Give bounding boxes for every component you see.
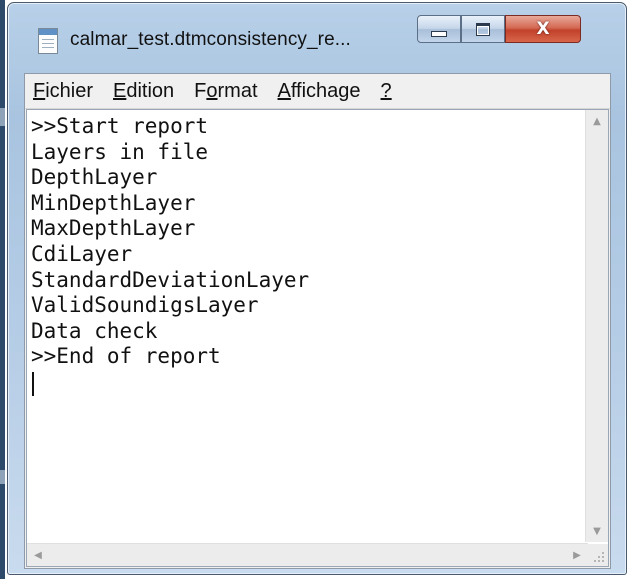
menu-format[interactable]: Format: [194, 80, 257, 103]
scroll-right-arrow-icon[interactable]: ▶: [566, 544, 588, 566]
background-window-edge: [0, 0, 5, 579]
menu-affichage[interactable]: Affichage: [278, 80, 361, 103]
menu-help[interactable]: ?: [381, 80, 392, 103]
minimize-icon: [431, 31, 447, 37]
text-line: >>Start report: [31, 114, 209, 138]
scroll-down-arrow-icon[interactable]: ▼: [586, 520, 608, 542]
minimize-button[interactable]: [417, 15, 461, 43]
notepad-window: calmar_test.dtmconsistency_re... X Fichi…: [7, 2, 627, 575]
text-line: MinDepthLayer: [31, 190, 196, 215]
resize-grip-icon[interactable]: [586, 544, 608, 566]
text-line: >>End of report: [31, 344, 221, 369]
menu-edition[interactable]: Edition: [113, 80, 174, 103]
text-caret: [32, 372, 34, 396]
horizontal-scrollbar[interactable]: ◀ ▶: [27, 543, 588, 566]
text-line: StandardDeviationLayer: [31, 267, 310, 292]
text-line: DepthLayer: [31, 165, 158, 190]
client-area: Fichier Edition Format Affichage ? >>Sta…: [24, 73, 611, 569]
text-line: Data check: [31, 318, 158, 343]
text-line: MaxDepthLayer: [31, 216, 196, 241]
maximize-icon: [476, 22, 490, 36]
window-title: calmar_test.dtmconsistency_re...: [70, 29, 351, 50]
text-editor[interactable]: >>Start report Layers in file DepthLayer…: [26, 109, 609, 567]
text-line: ValidSoundigsLayer: [31, 293, 259, 318]
scroll-up-arrow-icon[interactable]: ▲: [586, 110, 608, 132]
menu-fichier[interactable]: Fichier: [33, 80, 93, 103]
notepad-icon[interactable]: [38, 28, 58, 54]
menu-bar: Fichier Edition Format Affichage ?: [25, 74, 610, 109]
scroll-left-arrow-icon[interactable]: ◀: [27, 544, 49, 566]
text-line: Layers in file: [31, 139, 209, 164]
text-content[interactable]: >>Start report Layers in file DepthLayer…: [31, 114, 581, 514]
title-bar[interactable]: calmar_test.dtmconsistency_re... X: [8, 3, 626, 75]
vertical-scrollbar[interactable]: ▲ ▼: [585, 110, 608, 542]
close-icon: X: [536, 18, 550, 39]
maximize-button[interactable]: [461, 15, 505, 43]
close-button[interactable]: X: [505, 15, 581, 43]
text-line: CdiLayer: [31, 241, 133, 266]
